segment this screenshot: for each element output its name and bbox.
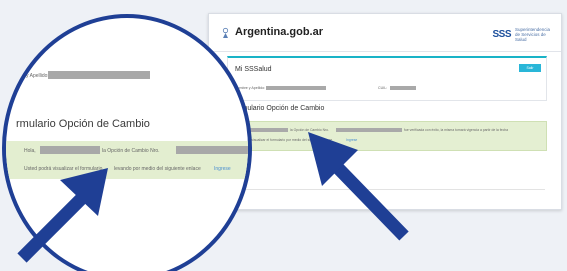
- lens-ingrese-link[interactable]: Ingrese: [214, 166, 231, 172]
- lens-view-form-text: Usted podrá visualizar el formulario: [24, 166, 103, 172]
- redacted-cuil: [390, 86, 416, 90]
- mi-sssalud-card: Mi SSSalud Salir Nombre y Apellido: CUIL…: [227, 56, 547, 101]
- sss-brand: SSS Superintendencia de Servicios de Sal…: [492, 27, 551, 42]
- lens-name-label: y Apellido:: [26, 73, 49, 79]
- salir-button[interactable]: Salir: [519, 64, 541, 72]
- lens-option-number-text: la Opción de Cambio Nro.: [102, 148, 160, 154]
- brand-mark: SSS: [492, 29, 511, 40]
- brand-tagline: Superintendencia de Servicios de Salud: [515, 27, 551, 42]
- divider: [227, 189, 545, 190]
- lens-success-banner: Hola, la Opción de Cambio Nro. Usted pod…: [6, 141, 248, 179]
- lens-form-title: rmulario Opción de Cambio: [16, 118, 150, 130]
- site-header: Argentina.gob.ar SSS Superintendencia de…: [209, 14, 561, 52]
- magnified-content: y Apellido: rmulario Opción de Cambio Ho…: [6, 18, 248, 271]
- magnifier-circle: y Apellido: rmulario Opción de Cambio Ho…: [2, 14, 252, 271]
- lens-redacted-name: [48, 71, 150, 79]
- success-banner: Hola, la Opción de Cambio Nro. fue verif…: [227, 121, 547, 151]
- redacted-name: [266, 86, 326, 90]
- page-screenshot: Argentina.gob.ar SSS Superintendencia de…: [208, 13, 562, 210]
- figure: Argentina.gob.ar SSS Superintendencia de…: [0, 0, 567, 271]
- redacted-option: [336, 128, 402, 132]
- logo-text: Argentina.gob.ar: [235, 26, 324, 38]
- option-number-text: la Opción de Cambio Nro.: [290, 128, 330, 132]
- lens-greeting-text: Hola,: [24, 148, 36, 154]
- ingrese-link[interactable]: Ingrese: [346, 138, 357, 142]
- cuil-label: CUIL:: [378, 86, 388, 90]
- verified-text: fue verificada con éxito, la misma tomar…: [404, 128, 509, 132]
- lens-redacted-option: [176, 146, 248, 154]
- lens-redacted-user: [40, 146, 100, 154]
- lens-view-form-tail: levando por medio del siguiente enlace: [114, 166, 201, 172]
